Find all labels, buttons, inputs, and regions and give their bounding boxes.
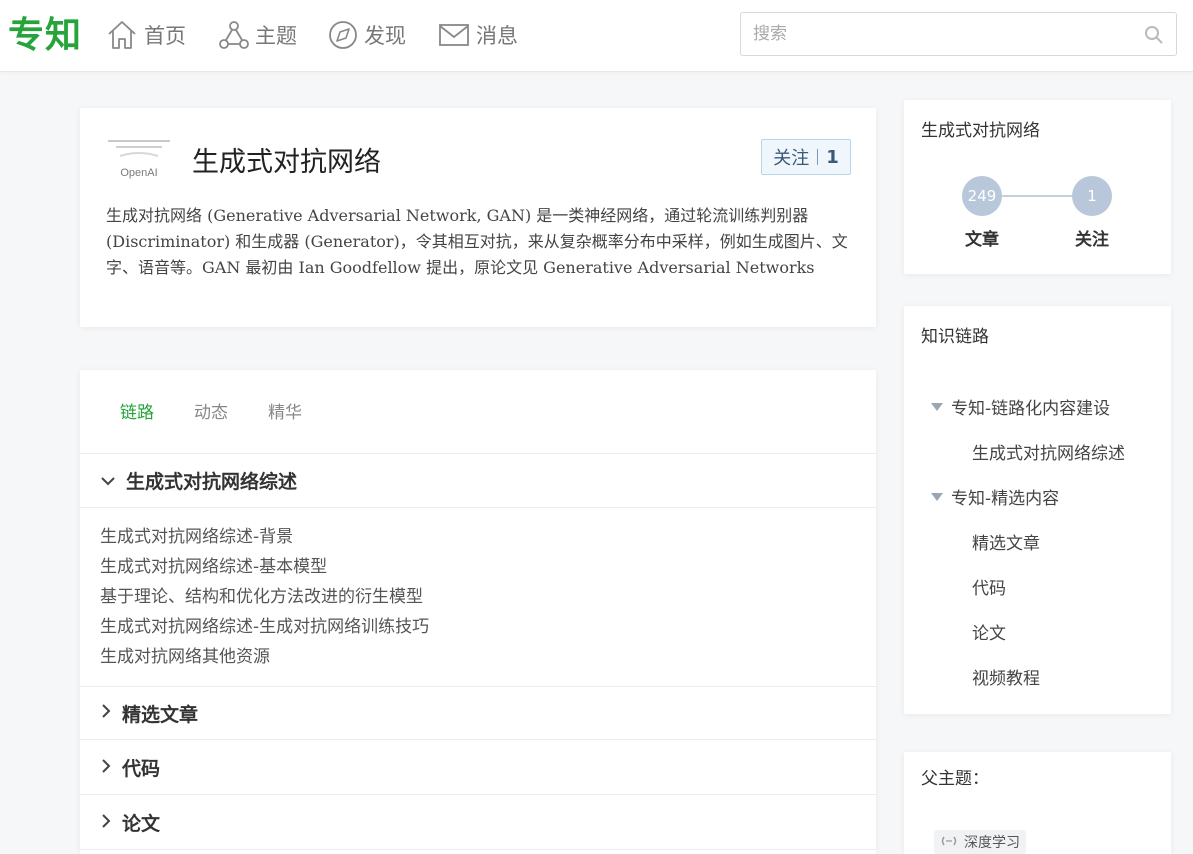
section-title: 生成式对抗网络综述 (126, 471, 298, 493)
section-papers[interactable]: 论文 (80, 796, 876, 850)
topic-title: 生成式对抗网络 (192, 147, 381, 178)
chain-item[interactable]: 视频教程 (972, 664, 1040, 689)
list-item[interactable]: 生成式对抗网络综述-背景 (100, 522, 429, 552)
chevron-down-icon (100, 470, 116, 492)
chevron-right-icon (100, 702, 112, 724)
chain-group-label: 专知-精选内容 (951, 489, 1060, 509)
follow-button[interactable]: 关注 1 (761, 139, 851, 175)
search-icon[interactable] (1144, 25, 1164, 49)
nav-discover-label: 发现 (364, 24, 406, 48)
search-box (740, 12, 1177, 56)
parent-topic-card: 父主题： 深度学习 (904, 752, 1171, 854)
articles-count[interactable]: 249 (962, 176, 1002, 216)
topic-content-card: 链路 动态 精华 生成式对抗网络综述 生成式对抗网络综述-背景 生成式对抗网络综… (80, 370, 876, 854)
section-gan-survey[interactable]: 生成式对抗网络综述 (80, 454, 876, 508)
nav-messages-label: 消息 (476, 24, 518, 48)
section-code[interactable]: 代码 (80, 741, 876, 795)
chain-item[interactable]: 精选文章 (972, 529, 1040, 554)
chain-item[interactable]: 生成式对抗网络综述 (972, 439, 1125, 464)
compass-icon (328, 20, 358, 50)
tab-featured[interactable]: 精华 (268, 398, 302, 423)
articles-label: 文章 (965, 230, 999, 250)
nav-home-label: 首页 (144, 24, 186, 48)
chevron-right-icon (100, 757, 112, 779)
follows-count[interactable]: 1 (1072, 176, 1112, 216)
chain-item[interactable]: 代码 (972, 574, 1006, 599)
section-featured-articles[interactable]: 精选文章 (80, 686, 876, 740)
top-navigation-bar: 专知 首页 主题 发现 消息 (0, 0, 1193, 72)
nav-home[interactable]: 首页 (106, 18, 186, 52)
follows-label: 关注 (1075, 230, 1109, 250)
tag-icon (940, 834, 958, 850)
chain-group-content-building[interactable]: 专知-链路化内容建设 (931, 394, 1110, 419)
knowledge-chain-card: 知识链路 专知-链路化内容建设 生成式对抗网络综述 专知-精选内容 精选文章 代… (904, 306, 1171, 714)
mail-icon (438, 22, 470, 48)
nav-topics-label: 主题 (255, 24, 297, 48)
chain-item[interactable]: 论文 (972, 619, 1006, 644)
tab-activity[interactable]: 动态 (194, 398, 228, 423)
tab-chain[interactable]: 链路 (120, 398, 154, 423)
follow-divider (817, 149, 819, 165)
chain-title: 知识链路 (921, 327, 989, 347)
follow-label: 关注 (773, 148, 810, 169)
topic-stats-card: 生成式对抗网络 249 文章 1 关注 (904, 100, 1171, 274)
content-tabs: 链路 动态 精华 (80, 370, 876, 454)
parent-topic-label: 深度学习 (964, 835, 1020, 851)
follow-count: 1 (826, 146, 839, 168)
topic-icon (219, 20, 249, 50)
section-title: 精选文章 (122, 703, 199, 726)
search-input[interactable] (753, 21, 1133, 47)
chain-group-featured[interactable]: 专知-精选内容 (931, 484, 1059, 509)
home-icon (106, 19, 138, 51)
list-item[interactable]: 生成对抗网络其他资源 (100, 642, 429, 672)
section-title: 论文 (122, 813, 161, 835)
caret-down-icon (931, 402, 943, 411)
parent-topic-tag[interactable]: 深度学习 (934, 830, 1026, 854)
section-title: 代码 (122, 758, 161, 780)
topic-header-card: OpenAI 生成式对抗网络 关注 1 生成对抗网络 (Generative A… (80, 108, 876, 327)
topic-thumbnail: OpenAI (106, 136, 172, 186)
thumbnail-caption: OpenAI (120, 167, 157, 179)
parent-title: 父主题： (921, 769, 989, 789)
list-item[interactable]: 生成式对抗网络综述-基本模型 (100, 552, 429, 582)
stats-title: 生成式对抗网络 (921, 121, 1040, 141)
caret-down-icon (931, 492, 943, 501)
chevron-right-icon (100, 812, 112, 834)
topic-description: 生成对抗网络 (Generative Adversarial Network, … (106, 206, 848, 277)
nav-discover[interactable]: 发现 (328, 18, 406, 52)
nav-messages[interactable]: 消息 (438, 18, 518, 52)
nav-topics[interactable]: 主题 (219, 18, 297, 52)
survey-article-list: 生成式对抗网络综述-背景 生成式对抗网络综述-基本模型 基于理论、结构和优化方法… (100, 522, 429, 672)
site-logo[interactable]: 专知 (8, 6, 82, 58)
chain-group-label: 专知-链路化内容建设 (951, 399, 1111, 419)
list-item[interactable]: 基于理论、结构和优化方法改进的衍生模型 (100, 582, 429, 612)
list-item[interactable]: 生成式对抗网络综述-生成对抗网络训练技巧 (100, 612, 429, 642)
